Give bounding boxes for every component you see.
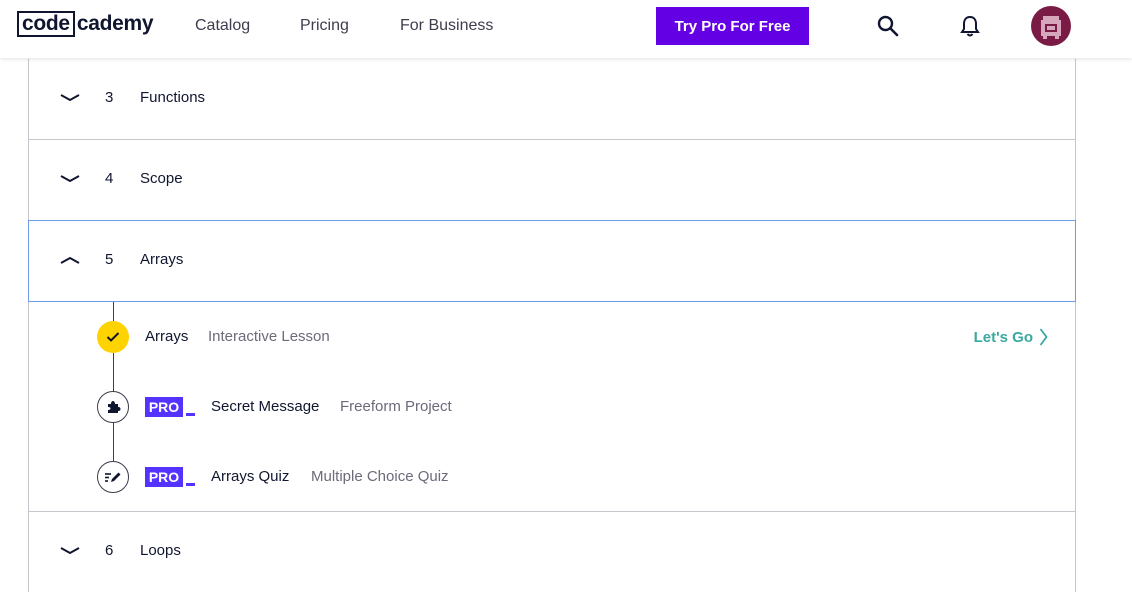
pro-badge-label: PRO [145, 467, 183, 487]
user-avatar[interactable] [1031, 6, 1071, 46]
module-lessons-list: Arrays Interactive Lesson Let's Go PRO S… [28, 302, 1076, 512]
search-icon[interactable] [874, 12, 902, 40]
module-title: Arrays [140, 251, 184, 268]
module-row-functions[interactable]: 3 Functions [28, 59, 1076, 140]
module-row-arrays[interactable]: 5 Arrays [28, 220, 1076, 302]
lesson-item-secret-message[interactable]: PRO Secret Message Freeform Project [29, 372, 1075, 442]
codecademy-logo[interactable]: code cademy [17, 11, 154, 37]
lesson-type: Freeform Project [340, 398, 452, 415]
chevron-right-icon [1039, 328, 1048, 346]
nav-link-catalog[interactable]: Catalog [195, 17, 250, 35]
logo-box-text: code [17, 11, 75, 37]
pro-badge-label: PRO [145, 397, 183, 417]
top-nav: code cademy Catalog Pricing For Business … [0, 0, 1132, 58]
module-title: Scope [140, 170, 183, 187]
lets-go-link[interactable]: Let's Go [974, 328, 1048, 346]
module-title: Loops [140, 542, 181, 559]
try-pro-button[interactable]: Try Pro For Free [656, 7, 809, 45]
module-row-loops[interactable]: 6 Loops [28, 512, 1076, 592]
nav-link-for-business[interactable]: For Business [400, 17, 493, 35]
lesson-type: Interactive Lesson [208, 328, 330, 345]
lesson-type: Multiple Choice Quiz [311, 468, 449, 485]
module-number: 3 [105, 89, 114, 106]
puzzle-icon [97, 391, 129, 423]
chevron-down-icon [60, 94, 80, 102]
module-number: 5 [105, 251, 114, 268]
logo-rest-text: cademy [76, 12, 154, 35]
module-row-scope[interactable]: 4 Scope [28, 140, 1076, 221]
chevron-down-icon [60, 547, 80, 555]
lets-go-label: Let's Go [973, 328, 1033, 346]
pro-badge: PRO [145, 397, 195, 417]
check-icon [97, 321, 129, 353]
module-number: 4 [105, 170, 114, 187]
module-title: Functions [140, 89, 206, 106]
lesson-item-arrays[interactable]: Arrays Interactive Lesson Let's Go [29, 302, 1075, 372]
lesson-title: Arrays Quiz [211, 468, 290, 485]
chevron-down-icon [60, 175, 80, 183]
module-number: 6 [105, 542, 114, 559]
chevron-up-icon [60, 256, 80, 264]
lesson-title: Arrays [145, 328, 189, 345]
pro-badge: PRO [145, 467, 195, 487]
quiz-pencil-icon [97, 461, 129, 493]
lesson-title: Secret Message [211, 398, 320, 415]
lesson-item-arrays-quiz[interactable]: PRO Arrays Quiz Multiple Choice Quiz [29, 442, 1075, 512]
bell-icon[interactable] [956, 12, 984, 40]
nav-link-pricing[interactable]: Pricing [300, 17, 349, 35]
